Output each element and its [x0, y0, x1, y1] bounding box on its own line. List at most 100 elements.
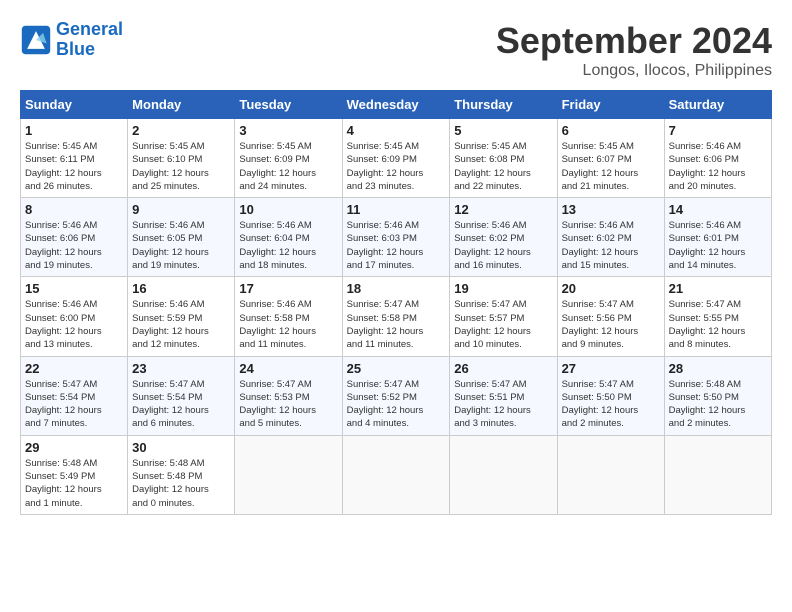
- day-number-26: 26: [454, 361, 552, 376]
- day-cell-22: 22 Sunrise: 5:47 AM Sunset: 5:54 PM Dayl…: [21, 356, 128, 435]
- day-info-18: Sunrise: 5:47 AM Sunset: 5:58 PM Dayligh…: [347, 298, 446, 351]
- day-info-20: Sunrise: 5:47 AM Sunset: 5:56 PM Dayligh…: [562, 298, 660, 351]
- day-cell-30: 30 Sunrise: 5:48 AM Sunset: 5:48 PM Dayl…: [128, 435, 235, 514]
- weekday-header-row: Sunday Monday Tuesday Wednesday Thursday…: [21, 91, 772, 119]
- header-saturday: Saturday: [664, 91, 771, 119]
- header-wednesday: Wednesday: [342, 91, 450, 119]
- day-info-21: Sunrise: 5:47 AM Sunset: 5:55 PM Dayligh…: [669, 298, 767, 351]
- location: Longos, Ilocos, Philippines: [496, 62, 772, 80]
- empty-cell: [235, 435, 342, 514]
- day-info-25: Sunrise: 5:47 AM Sunset: 5:52 PM Dayligh…: [347, 378, 446, 431]
- day-cell-27: 27 Sunrise: 5:47 AM Sunset: 5:50 PM Dayl…: [557, 356, 664, 435]
- empty-cell: [450, 435, 557, 514]
- day-cell-28: 28 Sunrise: 5:48 AM Sunset: 5:50 PM Dayl…: [664, 356, 771, 435]
- day-number-5: 5: [454, 123, 552, 138]
- header-thursday: Thursday: [450, 91, 557, 119]
- empty-cell: [557, 435, 664, 514]
- week-row-5: 29 Sunrise: 5:48 AM Sunset: 5:49 PM Dayl…: [21, 435, 772, 514]
- day-cell-10: 10 Sunrise: 5:46 AM Sunset: 6:04 PM Dayl…: [235, 198, 342, 277]
- logo-icon: [20, 24, 52, 56]
- day-info-30: Sunrise: 5:48 AM Sunset: 5:48 PM Dayligh…: [132, 457, 230, 510]
- logo-text: General Blue: [56, 20, 123, 60]
- day-info-22: Sunrise: 5:47 AM Sunset: 5:54 PM Dayligh…: [25, 378, 123, 431]
- day-info-19: Sunrise: 5:47 AM Sunset: 5:57 PM Dayligh…: [454, 298, 552, 351]
- day-info-8: Sunrise: 5:46 AM Sunset: 6:06 PM Dayligh…: [25, 219, 123, 272]
- day-number-17: 17: [239, 281, 337, 296]
- week-row-1: 1 Sunrise: 5:45 AM Sunset: 6:11 PM Dayli…: [21, 119, 772, 198]
- day-info-2: Sunrise: 5:45 AM Sunset: 6:10 PM Dayligh…: [132, 140, 230, 193]
- day-info-10: Sunrise: 5:46 AM Sunset: 6:04 PM Dayligh…: [239, 219, 337, 272]
- day-number-8: 8: [25, 202, 123, 217]
- day-cell-1: 1 Sunrise: 5:45 AM Sunset: 6:11 PM Dayli…: [21, 119, 128, 198]
- day-info-9: Sunrise: 5:46 AM Sunset: 6:05 PM Dayligh…: [132, 219, 230, 272]
- day-cell-29: 29 Sunrise: 5:48 AM Sunset: 5:49 PM Dayl…: [21, 435, 128, 514]
- day-info-23: Sunrise: 5:47 AM Sunset: 5:54 PM Dayligh…: [132, 378, 230, 431]
- day-cell-23: 23 Sunrise: 5:47 AM Sunset: 5:54 PM Dayl…: [128, 356, 235, 435]
- week-row-3: 15 Sunrise: 5:46 AM Sunset: 6:00 PM Dayl…: [21, 277, 772, 356]
- day-cell-3: 3 Sunrise: 5:45 AM Sunset: 6:09 PM Dayli…: [235, 119, 342, 198]
- week-row-4: 22 Sunrise: 5:47 AM Sunset: 5:54 PM Dayl…: [21, 356, 772, 435]
- day-number-15: 15: [25, 281, 123, 296]
- day-number-23: 23: [132, 361, 230, 376]
- month-title: September 2024: [496, 20, 772, 62]
- day-info-24: Sunrise: 5:47 AM Sunset: 5:53 PM Dayligh…: [239, 378, 337, 431]
- day-number-12: 12: [454, 202, 552, 217]
- day-cell-5: 5 Sunrise: 5:45 AM Sunset: 6:08 PM Dayli…: [450, 119, 557, 198]
- day-number-11: 11: [347, 202, 446, 217]
- day-info-3: Sunrise: 5:45 AM Sunset: 6:09 PM Dayligh…: [239, 140, 337, 193]
- day-number-21: 21: [669, 281, 767, 296]
- day-number-29: 29: [25, 440, 123, 455]
- day-number-3: 3: [239, 123, 337, 138]
- day-number-22: 22: [25, 361, 123, 376]
- day-cell-12: 12 Sunrise: 5:46 AM Sunset: 6:02 PM Dayl…: [450, 198, 557, 277]
- day-info-17: Sunrise: 5:46 AM Sunset: 5:58 PM Dayligh…: [239, 298, 337, 351]
- day-number-6: 6: [562, 123, 660, 138]
- week-row-2: 8 Sunrise: 5:46 AM Sunset: 6:06 PM Dayli…: [21, 198, 772, 277]
- day-number-9: 9: [132, 202, 230, 217]
- day-number-2: 2: [132, 123, 230, 138]
- day-cell-18: 18 Sunrise: 5:47 AM Sunset: 5:58 PM Dayl…: [342, 277, 450, 356]
- day-number-24: 24: [239, 361, 337, 376]
- day-info-29: Sunrise: 5:48 AM Sunset: 5:49 PM Dayligh…: [25, 457, 123, 510]
- day-cell-13: 13 Sunrise: 5:46 AM Sunset: 6:02 PM Dayl…: [557, 198, 664, 277]
- header-friday: Friday: [557, 91, 664, 119]
- day-cell-9: 9 Sunrise: 5:46 AM Sunset: 6:05 PM Dayli…: [128, 198, 235, 277]
- day-number-28: 28: [669, 361, 767, 376]
- day-info-28: Sunrise: 5:48 AM Sunset: 5:50 PM Dayligh…: [669, 378, 767, 431]
- day-info-4: Sunrise: 5:45 AM Sunset: 6:09 PM Dayligh…: [347, 140, 446, 193]
- day-cell-14: 14 Sunrise: 5:46 AM Sunset: 6:01 PM Dayl…: [664, 198, 771, 277]
- day-info-13: Sunrise: 5:46 AM Sunset: 6:02 PM Dayligh…: [562, 219, 660, 272]
- day-info-16: Sunrise: 5:46 AM Sunset: 5:59 PM Dayligh…: [132, 298, 230, 351]
- day-cell-7: 7 Sunrise: 5:46 AM Sunset: 6:06 PM Dayli…: [664, 119, 771, 198]
- calendar-table: Sunday Monday Tuesday Wednesday Thursday…: [20, 90, 772, 515]
- day-cell-26: 26 Sunrise: 5:47 AM Sunset: 5:51 PM Dayl…: [450, 356, 557, 435]
- day-number-25: 25: [347, 361, 446, 376]
- logo: General Blue: [20, 20, 123, 60]
- day-number-4: 4: [347, 123, 446, 138]
- page-header: General Blue September 2024 Longos, Iloc…: [20, 20, 772, 80]
- day-number-7: 7: [669, 123, 767, 138]
- empty-cell: [342, 435, 450, 514]
- day-cell-17: 17 Sunrise: 5:46 AM Sunset: 5:58 PM Dayl…: [235, 277, 342, 356]
- day-number-13: 13: [562, 202, 660, 217]
- day-info-6: Sunrise: 5:45 AM Sunset: 6:07 PM Dayligh…: [562, 140, 660, 193]
- day-number-18: 18: [347, 281, 446, 296]
- day-number-19: 19: [454, 281, 552, 296]
- day-info-14: Sunrise: 5:46 AM Sunset: 6:01 PM Dayligh…: [669, 219, 767, 272]
- day-cell-15: 15 Sunrise: 5:46 AM Sunset: 6:00 PM Dayl…: [21, 277, 128, 356]
- day-cell-25: 25 Sunrise: 5:47 AM Sunset: 5:52 PM Dayl…: [342, 356, 450, 435]
- day-number-30: 30: [132, 440, 230, 455]
- day-number-1: 1: [25, 123, 123, 138]
- day-info-27: Sunrise: 5:47 AM Sunset: 5:50 PM Dayligh…: [562, 378, 660, 431]
- title-area: September 2024 Longos, Ilocos, Philippin…: [496, 20, 772, 80]
- day-cell-20: 20 Sunrise: 5:47 AM Sunset: 5:56 PM Dayl…: [557, 277, 664, 356]
- empty-cell: [664, 435, 771, 514]
- day-cell-19: 19 Sunrise: 5:47 AM Sunset: 5:57 PM Dayl…: [450, 277, 557, 356]
- day-info-5: Sunrise: 5:45 AM Sunset: 6:08 PM Dayligh…: [454, 140, 552, 193]
- day-info-12: Sunrise: 5:46 AM Sunset: 6:02 PM Dayligh…: [454, 219, 552, 272]
- day-cell-21: 21 Sunrise: 5:47 AM Sunset: 5:55 PM Dayl…: [664, 277, 771, 356]
- day-cell-11: 11 Sunrise: 5:46 AM Sunset: 6:03 PM Dayl…: [342, 198, 450, 277]
- day-number-16: 16: [132, 281, 230, 296]
- day-cell-6: 6 Sunrise: 5:45 AM Sunset: 6:07 PM Dayli…: [557, 119, 664, 198]
- day-info-7: Sunrise: 5:46 AM Sunset: 6:06 PM Dayligh…: [669, 140, 767, 193]
